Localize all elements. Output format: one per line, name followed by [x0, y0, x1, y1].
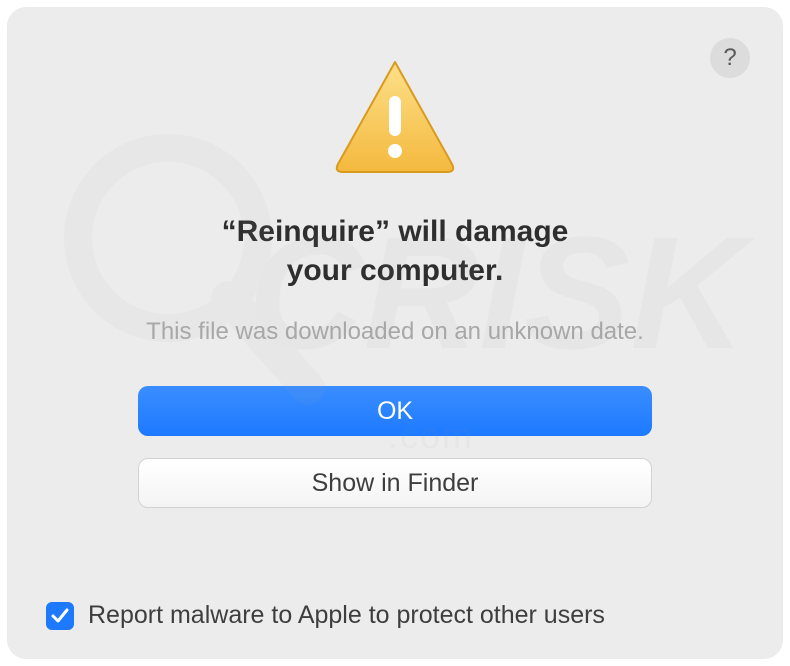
warning-triangle-icon: [330, 56, 460, 176]
report-malware-row: Report malware to Apple to protect other…: [46, 601, 744, 630]
alert-title: “Reinquire” will damage your computer.: [8, 212, 782, 290]
button-group: OK Show in Finder: [8, 386, 782, 508]
show-in-finder-button[interactable]: Show in Finder: [138, 458, 652, 508]
warning-icon-container: [8, 56, 782, 176]
help-button[interactable]: ?: [710, 38, 750, 78]
report-malware-checkbox[interactable]: [46, 602, 74, 630]
alert-subtitle: This file was downloaded on an unknown d…: [8, 318, 782, 346]
alert-title-line1: “Reinquire” will damage: [58, 212, 732, 251]
report-malware-label: Report malware to Apple to protect other…: [88, 601, 605, 630]
alert-subtitle-text: This file was downloaded on an unknown d…: [58, 318, 732, 346]
ok-button[interactable]: OK: [138, 386, 652, 436]
show-in-finder-label: Show in Finder: [312, 469, 479, 498]
checkmark-icon: [50, 606, 70, 626]
ok-button-label: OK: [377, 397, 413, 426]
gatekeeper-alert-dialog: CRISK .com ? “Reinquire” will damage yo: [8, 8, 782, 658]
help-icon: ?: [723, 44, 736, 72]
alert-title-line2: your computer.: [58, 251, 732, 290]
